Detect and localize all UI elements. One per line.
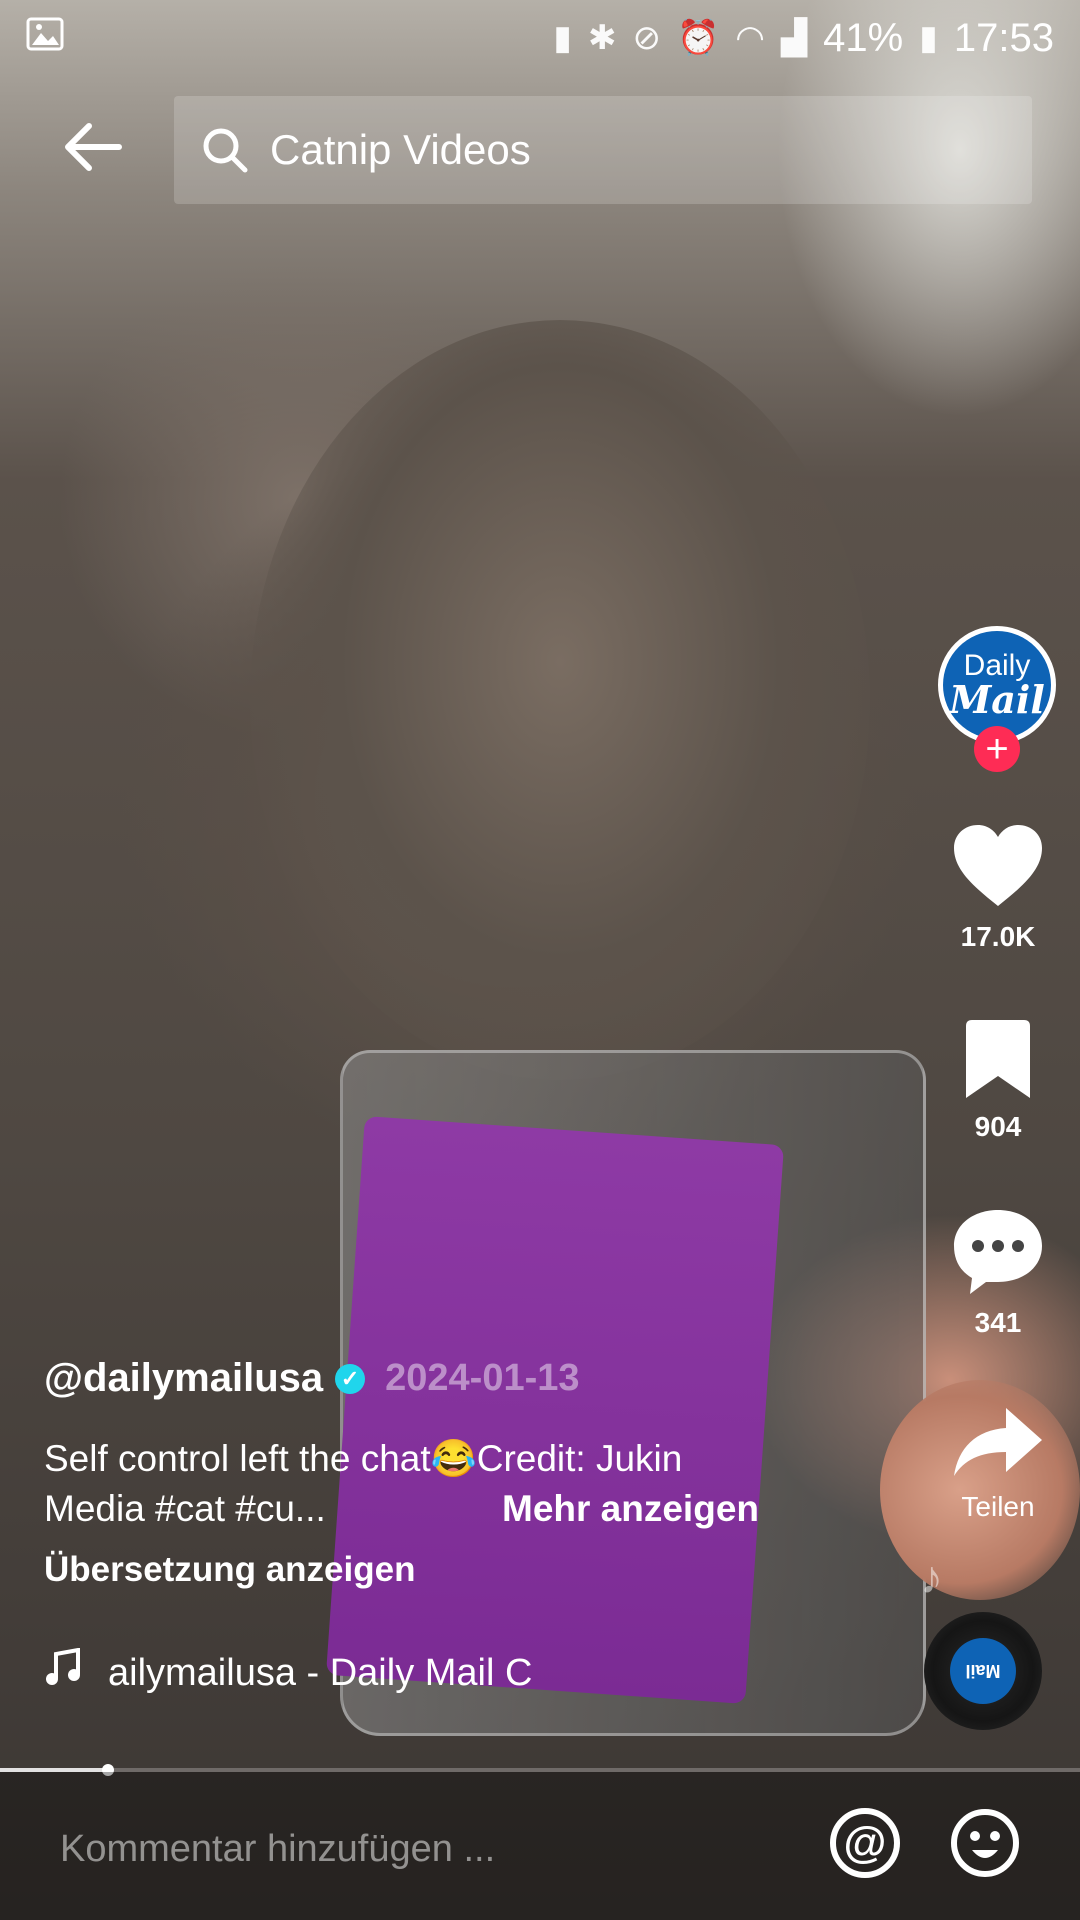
video-jar-label (325, 1116, 785, 1704)
avatar-logo-line2: Mail (949, 677, 1045, 722)
floating-music-note-icon: ♪ (920, 1551, 943, 1603)
post-caption[interactable]: Self control left the chat😂Credit: Jukin… (44, 1434, 784, 1534)
bluetooth-icon: ✱ (587, 19, 617, 57)
alarm-icon: ⏰ (676, 19, 720, 57)
status-icons: ▮ ✱ ⊘ ⏰ ◠ ▟ 41% ▮ 17:53 (553, 16, 1054, 61)
music-disc[interactable]: Mail (924, 1612, 1042, 1730)
music-disc-logo: Mail (950, 1638, 1016, 1704)
daily-mail-logo: Daily Mail (943, 631, 1051, 739)
comment-count: 341 (974, 1307, 1022, 1338)
caption-line-1: Self control left the chat😂Credit: Jukin (44, 1438, 683, 1479)
like-button[interactable]: 17.0K (938, 822, 1058, 953)
show-translation-link[interactable]: Übersetzung anzeigen (44, 1550, 415, 1590)
search-icon (203, 128, 248, 173)
mention-button[interactable]: @ (830, 1808, 900, 1878)
heart-icon (954, 825, 1042, 906)
post-date: 2024-01-13 (385, 1357, 580, 1399)
battery-icon: ▮ (919, 19, 938, 57)
show-more-link[interactable]: Mehr anzeigen (502, 1484, 759, 1534)
battery-saver-icon: ▮ (553, 19, 572, 57)
clock: 17:53 (953, 15, 1054, 60)
music-info[interactable]: ailymailusa - Daily Mail C (44, 1647, 533, 1698)
search-bar[interactable]: Catnip Videos (174, 96, 1032, 204)
music-disc-logo-text: Mail (965, 1661, 1001, 1682)
gallery-icon (26, 16, 64, 61)
emoji-button[interactable] (950, 1808, 1020, 1878)
battery-percent: 41% (823, 15, 904, 60)
comments-button[interactable]: 341 (938, 1206, 1058, 1339)
verified-badge-icon: ✓ (335, 1363, 366, 1394)
search-query: Catnip Videos (270, 126, 531, 173)
comment-icon (954, 1210, 1042, 1294)
comment-input[interactable]: Kommentar hinzufügen ... (60, 1828, 495, 1871)
vibrate-mute-icon: ⊘ (632, 19, 661, 57)
bookmark-icon (966, 1020, 1030, 1098)
at-sign-icon: @ (843, 1818, 887, 1867)
post-author[interactable]: @dailymailusa ✓ 2024-01-13 (44, 1356, 580, 1401)
save-count: 904 (974, 1111, 1022, 1142)
video-cat (250, 320, 870, 1080)
follow-button[interactable]: + (974, 726, 1020, 772)
music-note-icon (44, 1647, 84, 1698)
wifi-icon: ◠ (735, 19, 765, 57)
username[interactable]: @dailymailusa (44, 1356, 323, 1401)
music-title: ailymailusa - Daily Mail C (108, 1651, 533, 1694)
signal-icon: ▟ (780, 19, 808, 57)
save-button[interactable]: 904 (938, 1018, 1058, 1143)
share-arrow-icon (954, 1408, 1042, 1476)
arrow-left-icon (65, 123, 122, 171)
emoji-icon (951, 1809, 1019, 1877)
back-button[interactable] (58, 112, 128, 182)
share-button[interactable]: Teilen (938, 1404, 1058, 1523)
share-label: Teilen (961, 1491, 1035, 1522)
like-count: 17.0K (960, 921, 1036, 952)
status-bar: ▮ ✱ ⊘ ⏰ ◠ ▟ 41% ▮ 17:53 (0, 0, 1080, 76)
